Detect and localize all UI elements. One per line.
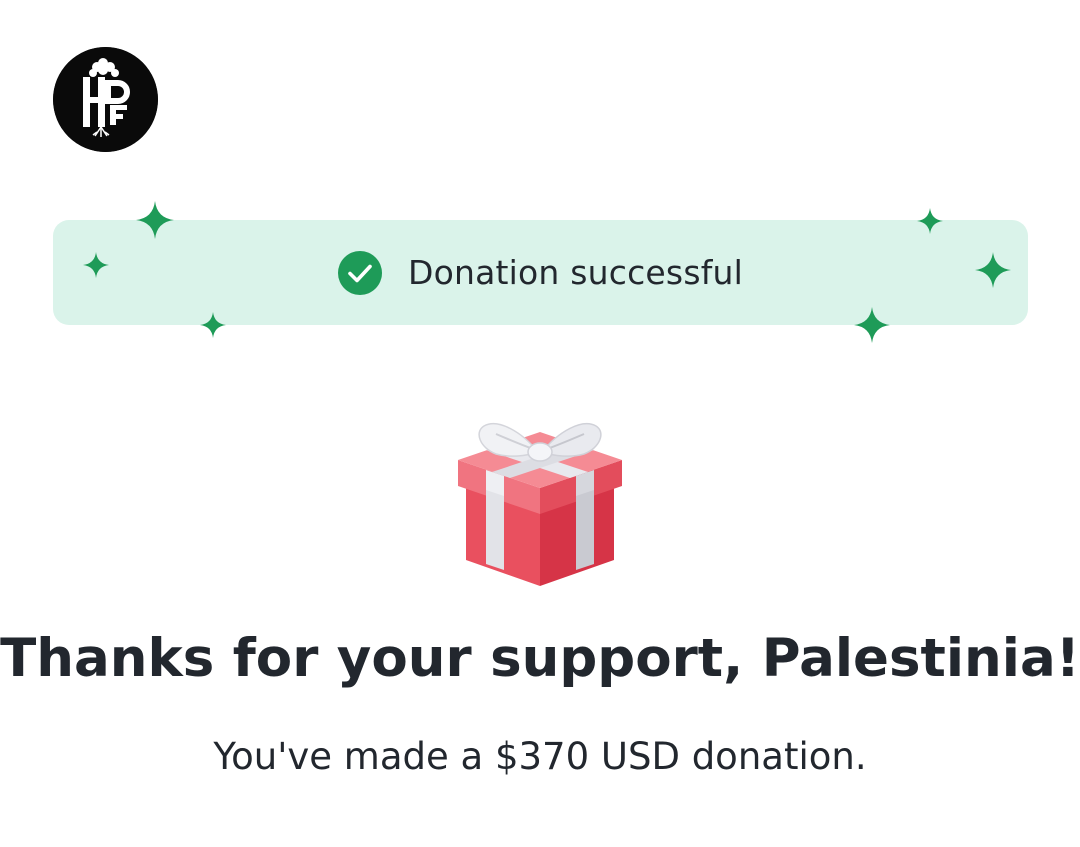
sparkle-icon xyxy=(136,201,174,239)
check-circle-icon xyxy=(337,250,382,295)
donation-amount-text: You've made a $370 USD donation. xyxy=(213,735,867,778)
gift-box-illustration xyxy=(452,412,628,592)
thanks-title: Thanks for your support, Palestinia! xyxy=(0,628,1080,689)
sparkle-icon xyxy=(200,312,226,338)
banner-message: Donation successful xyxy=(407,253,744,292)
organization-logo xyxy=(53,47,158,152)
sparkle-icon xyxy=(975,252,1011,288)
gift-box-icon xyxy=(458,423,622,586)
hpf-logo-icon xyxy=(53,47,158,152)
sparkle-icon xyxy=(854,307,890,343)
sparkle-icon xyxy=(83,252,109,278)
sparkle-icon xyxy=(917,208,943,234)
